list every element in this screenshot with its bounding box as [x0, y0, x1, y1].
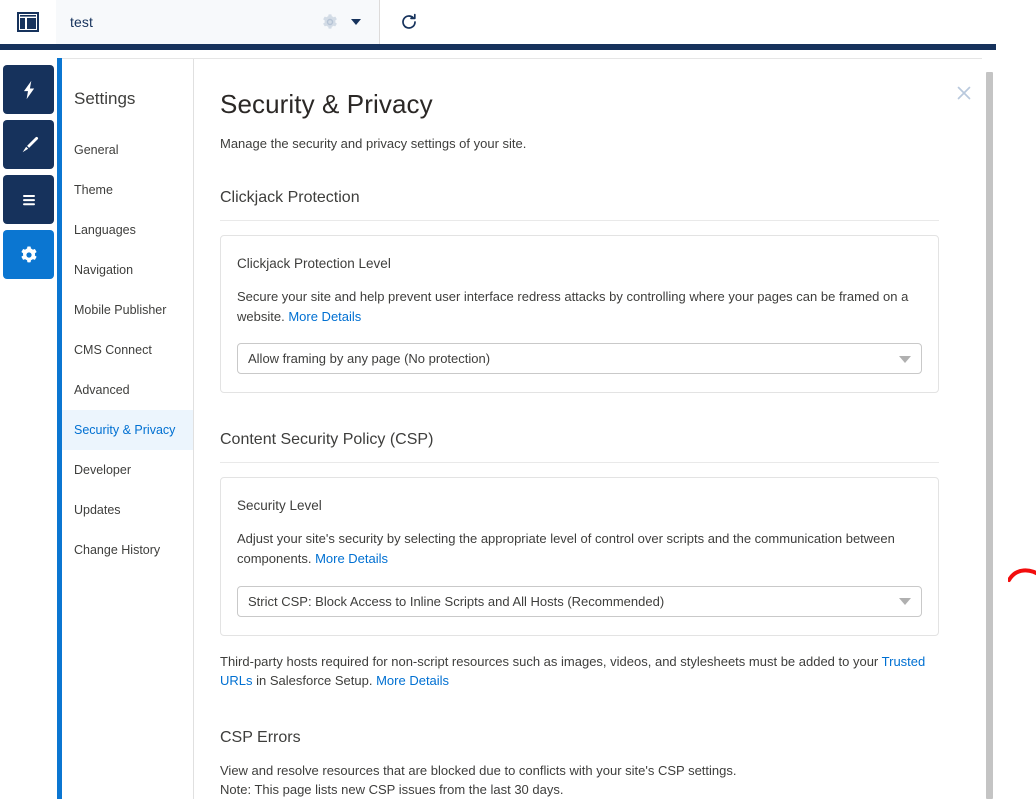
- clickjack-card-title: Clickjack Protection Level: [237, 256, 391, 271]
- rail-button-components[interactable]: [3, 175, 54, 224]
- tab-test[interactable]: test: [56, 0, 380, 44]
- gear-icon-glyph: [323, 14, 337, 29]
- paintbrush-icon: [22, 136, 38, 152]
- clickjack-protection-level-select[interactable]: Allow framing by any page (No protection…: [237, 343, 922, 375]
- sidebar-item-navigation[interactable]: Navigation: [62, 250, 193, 290]
- sidebar-item-security-and-privacy[interactable]: Security & Privacy: [62, 410, 193, 450]
- sidebar-item-label: Change History: [74, 543, 161, 557]
- close-icon[interactable]: [954, 83, 974, 103]
- sidebar-item-label: CMS Connect: [74, 343, 152, 357]
- settings-sidebar: Settings General Theme Languages Navigat…: [62, 59, 194, 799]
- section-heading-csp-errors: CSP Errors: [220, 728, 301, 746]
- rail-button-lightning[interactable]: [3, 65, 54, 114]
- sidebar-item-mobile-publisher[interactable]: Mobile Publisher: [62, 290, 193, 330]
- rail-button-theme[interactable]: [3, 120, 54, 169]
- close-icon-glyph: [957, 86, 971, 100]
- csp-errors-line-2: Note: This page lists new CSP issues fro…: [220, 782, 564, 798]
- sidebar-item-label: Developer: [74, 463, 131, 477]
- gear-icon: [21, 245, 36, 262]
- lines-menu-icon: [22, 194, 35, 205]
- rail-button-settings[interactable]: [3, 230, 54, 279]
- csp-card-title: Security Level: [237, 498, 322, 514]
- csp-errors-block: CSP Errors View and resolve resources th…: [220, 729, 939, 799]
- clickjack-card-description: Secure your site and help prevent user i…: [237, 287, 922, 327]
- csp-errors-line-1: View and resolve resources that are bloc…: [220, 762, 737, 778]
- settings-content: Security & Privacy Manage the security a…: [194, 59, 985, 799]
- vertical-scrollbar-thumb[interactable]: [986, 72, 993, 799]
- sidebar-item-theme[interactable]: Theme: [62, 170, 193, 210]
- page-subtitle: Manage the security and privacy settings…: [220, 136, 527, 151]
- sidebar-item-cms-connect[interactable]: CMS Connect: [62, 330, 193, 370]
- sidebar-item-general[interactable]: General: [62, 130, 193, 170]
- right-gutter: [996, 0, 1036, 799]
- sidebar-item-updates[interactable]: Updates: [62, 490, 193, 530]
- sidebar-item-label: Updates: [74, 503, 121, 517]
- settings-sidebar-title: Settings: [74, 89, 136, 108]
- sidebar-item-change-history[interactable]: Change History: [62, 530, 193, 570]
- sidebar-item-label: Languages: [74, 223, 136, 237]
- refresh-icon-glyph: [402, 13, 416, 29]
- section-heading-csp: Content Security Policy (CSP): [220, 431, 939, 464]
- lightning-bolt-icon: [23, 80, 34, 99]
- chevron-down-glyph: [351, 19, 361, 25]
- sidebar-item-languages[interactable]: Languages: [62, 210, 193, 250]
- app-logo-button[interactable]: [0, 0, 56, 44]
- clickjack-protection-card: Clickjack Protection Level Secure your s…: [220, 235, 939, 394]
- gear-icon[interactable]: [319, 11, 341, 33]
- csp-footnote-text-pre: Third-party hosts required for non-scrip…: [220, 653, 882, 669]
- tab-strip: test: [56, 0, 380, 44]
- refresh-icon[interactable]: [380, 0, 438, 44]
- clickjack-select-value: Allow framing by any page (No protection…: [248, 351, 491, 367]
- chevron-down-icon: [899, 355, 911, 363]
- chevron-down-icon[interactable]: [347, 11, 365, 33]
- clickjack-more-details-link[interactable]: More Details: [288, 309, 361, 324]
- sidebar-item-label: Security & Privacy: [74, 423, 176, 437]
- sidebar-item-label: Theme: [74, 183, 113, 197]
- sidebar-item-label: Mobile Publisher: [74, 303, 167, 317]
- sidebar-item-label: Advanced: [74, 383, 130, 397]
- csp-select-value: Strict CSP: Block Access to Inline Scrip…: [248, 593, 665, 609]
- top-bar: test: [0, 0, 1036, 44]
- layout-panel-icon: [17, 12, 39, 32]
- sidebar-item-label: General: [74, 143, 119, 157]
- csp-footnote-more-details-link[interactable]: More Details: [376, 673, 449, 688]
- tab-test-label: test: [70, 14, 93, 30]
- sidebar-item-developer[interactable]: Developer: [62, 450, 193, 490]
- sidebar-item-advanced[interactable]: Advanced: [62, 370, 193, 410]
- topbar-underline: [0, 44, 1036, 50]
- sidebar-item-label: Navigation: [74, 263, 134, 277]
- left-icon-rail: [0, 50, 57, 799]
- section-heading-clickjack: Clickjack Protection: [220, 189, 939, 221]
- page-title: Security & Privacy: [220, 89, 433, 119]
- chevron-down-icon: [899, 598, 911, 606]
- csp-footnote: Third-party hosts required for non-scrip…: [220, 652, 939, 691]
- settings-panel: Settings General Theme Languages Navigat…: [62, 58, 986, 799]
- csp-security-level-card: Security Level Adjust your site's securi…: [220, 477, 939, 636]
- csp-card-description: Adjust your site's security by selecting…: [237, 529, 922, 569]
- csp-footnote-text-mid: in Salesforce Setup.: [252, 673, 377, 689]
- csp-security-level-select[interactable]: Strict CSP: Block Access to Inline Scrip…: [237, 585, 922, 617]
- csp-more-details-link[interactable]: More Details: [315, 551, 388, 566]
